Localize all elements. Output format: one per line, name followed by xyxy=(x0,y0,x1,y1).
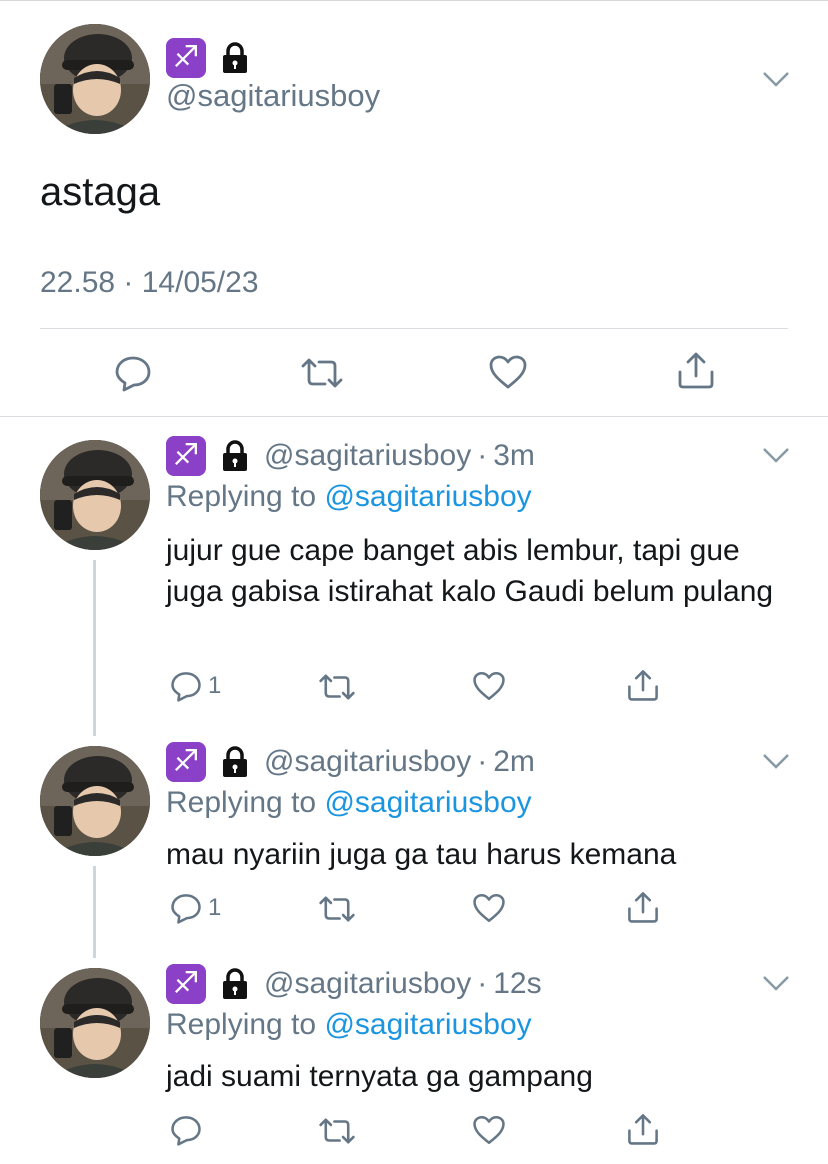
reply-count: 1 xyxy=(208,672,222,699)
sagittarius-icon: ♐ xyxy=(166,38,206,78)
reply-count: 1 xyxy=(208,894,222,921)
reply-button[interactable] xyxy=(170,1114,202,1146)
retweet-button[interactable] xyxy=(318,894,356,924)
reply-button[interactable] xyxy=(114,354,152,392)
sagittarius-icon: ♐ xyxy=(166,436,206,476)
reply-icon xyxy=(115,356,151,392)
tweet-timestamp[interactable]: 22.58 · 14/05/23 xyxy=(40,266,259,300)
reply-icon xyxy=(171,894,201,924)
lock-icon xyxy=(220,968,250,1000)
avatar[interactable] xyxy=(40,746,150,856)
retweet-button[interactable] xyxy=(300,356,344,390)
share-button[interactable] xyxy=(626,890,660,924)
sagittarius-icon: ♐ xyxy=(166,964,206,1004)
share-button[interactable] xyxy=(626,668,660,702)
like-icon xyxy=(473,671,505,701)
main-handle[interactable]: @sagitariusboy xyxy=(166,78,380,114)
reply-handle[interactable]: @sagitariusboy xyxy=(264,439,471,473)
reply-time[interactable]: 12s xyxy=(493,967,541,1001)
share-icon xyxy=(628,892,658,923)
reply-time[interactable]: 3m xyxy=(493,439,535,473)
share-button[interactable] xyxy=(626,1112,660,1146)
divider xyxy=(40,328,788,329)
like-icon xyxy=(489,355,527,389)
sagittarius-icon: ♐ xyxy=(166,742,206,782)
lock-icon xyxy=(220,440,250,472)
reply-icon xyxy=(171,1116,201,1146)
share-icon xyxy=(628,670,658,701)
avatar[interactable] xyxy=(40,440,150,550)
lock-icon xyxy=(220,746,250,778)
retweet-icon xyxy=(319,674,355,700)
chevron-down-icon[interactable] xyxy=(762,70,790,88)
replying-to: Replying to @sagitariusboy xyxy=(166,786,532,820)
reply-text: jujur gue cape banget abis lembur, tapi … xyxy=(166,534,774,608)
tweet-text: astaga xyxy=(40,170,161,214)
lock-icon xyxy=(220,42,250,74)
retweet-button[interactable] xyxy=(318,672,356,702)
reply-button[interactable]: 1 xyxy=(170,892,221,924)
replying-label: Replying to xyxy=(166,1008,317,1041)
retweet-icon xyxy=(319,1118,355,1144)
chevron-down-icon[interactable] xyxy=(762,446,790,464)
reply-handle[interactable]: @sagitariusboy xyxy=(264,745,471,779)
like-button[interactable] xyxy=(472,892,506,924)
like-button[interactable] xyxy=(472,1114,506,1146)
share-icon xyxy=(628,1114,658,1145)
retweet-icon xyxy=(301,358,343,388)
like-button[interactable] xyxy=(488,354,528,390)
retweet-icon xyxy=(319,896,355,922)
share-button[interactable] xyxy=(676,350,716,390)
replying-to-link[interactable]: @sagitariusboy xyxy=(324,1008,531,1041)
reply-handle[interactable]: @sagitariusboy xyxy=(264,967,471,1001)
reply-header: ♐ @sagitariusboy · 3m xyxy=(166,436,535,476)
like-button[interactable] xyxy=(472,670,506,702)
chevron-down-icon[interactable] xyxy=(762,974,790,992)
thread-connector xyxy=(93,560,96,736)
top-border xyxy=(0,0,828,1)
replying-to-link[interactable]: @sagitariusboy xyxy=(324,480,531,513)
reply-text: jadi suami ternyata ga gampang xyxy=(166,1060,593,1093)
separator-dot: · xyxy=(477,745,488,778)
avatar[interactable] xyxy=(40,24,150,134)
replying-to: Replying to @sagitariusboy xyxy=(166,1008,532,1042)
replying-label: Replying to xyxy=(166,786,317,819)
reply-button[interactable]: 1 xyxy=(170,670,221,702)
reply-text: mau nyariin juga ga tau harus kemana xyxy=(166,838,677,871)
avatar[interactable] xyxy=(40,968,150,1078)
like-icon xyxy=(473,1115,505,1145)
replying-label: Replying to xyxy=(166,480,317,513)
retweet-button[interactable] xyxy=(318,1116,356,1146)
replying-to-link[interactable]: @sagitariusboy xyxy=(324,786,531,819)
profile-badges: ♐ xyxy=(166,38,250,78)
reply-header: ♐ @sagitariusboy · 12s xyxy=(166,964,542,1004)
reply-time[interactable]: 2m xyxy=(493,745,535,779)
separator-dot: · xyxy=(477,967,488,1000)
section-divider xyxy=(0,416,828,417)
separator-dot: · xyxy=(477,439,488,472)
reply-header: ♐ @sagitariusboy · 2m xyxy=(166,742,535,782)
share-icon xyxy=(678,352,714,389)
reply-icon xyxy=(171,672,201,702)
replying-to: Replying to @sagitariusboy xyxy=(166,480,532,514)
thread-connector xyxy=(93,866,96,958)
like-icon xyxy=(473,893,505,923)
chevron-down-icon[interactable] xyxy=(762,752,790,770)
